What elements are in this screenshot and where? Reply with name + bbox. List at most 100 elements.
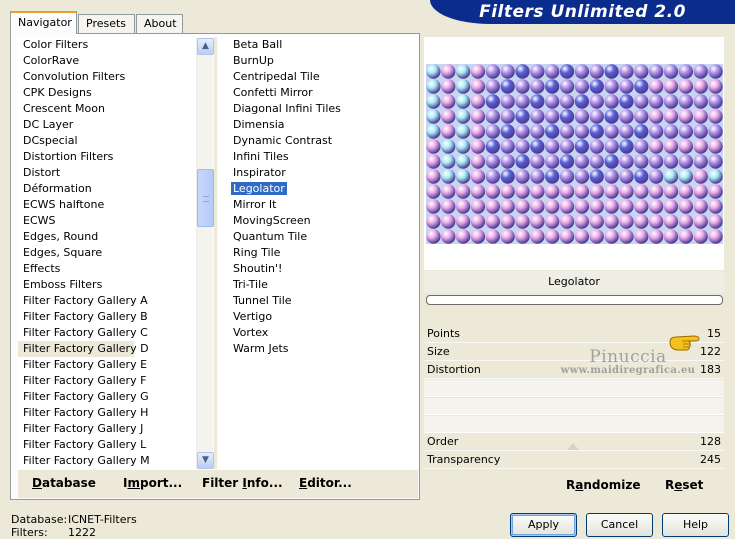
filter-item-label: Dimensia [233, 118, 285, 131]
category-item[interactable]: Distortion Filters [18, 149, 196, 165]
filter-item[interactable]: Confetti Mirror [218, 85, 418, 101]
import-button[interactable]: Import... [123, 476, 182, 490]
database-button[interactable]: Database [32, 476, 96, 490]
category-item[interactable]: Edges, Square [18, 245, 196, 261]
cancel-button[interactable]: Cancel [586, 513, 653, 537]
filter-item-label: Tri-Tile [233, 278, 268, 291]
filter-item[interactable]: Shoutin'! [218, 261, 418, 277]
category-item[interactable]: Filter Factory Gallery C [18, 325, 196, 341]
list-divider [214, 37, 217, 469]
editor-button[interactable]: Editor... [299, 476, 352, 490]
category-item[interactable]: ECWS halftone [18, 197, 196, 213]
category-item[interactable]: Convolution Filters [18, 69, 196, 85]
scroll-down-button[interactable]: ▼ [197, 452, 214, 469]
filter-item[interactable]: Beta Ball [218, 37, 418, 53]
category-item[interactable]: Filter Factory Gallery M [18, 453, 196, 469]
category-item[interactable]: Filter Factory Gallery L [18, 437, 196, 453]
param-order-label: Order [427, 435, 459, 448]
category-item[interactable]: Color Filters [18, 37, 196, 53]
chevron-up-icon: ▲ [202, 41, 209, 51]
tab-about[interactable]: About [136, 14, 183, 34]
chevron-down-icon: ▼ [202, 455, 209, 465]
filter-item[interactable]: Quantum Tile [218, 229, 418, 245]
filter-item-label: Beta Ball [233, 38, 283, 51]
category-item[interactable]: Filter Factory Gallery H [18, 405, 196, 421]
category-item[interactable]: ECWS [18, 213, 196, 229]
reset-button[interactable]: Reset [665, 478, 703, 492]
filter-item[interactable]: Ring Tile [218, 245, 418, 261]
category-item[interactable]: Emboss Filters [18, 277, 196, 293]
filter-item[interactable]: Vertigo [218, 309, 418, 325]
filter-item-label: Confetti Mirror [233, 86, 313, 99]
filter-item[interactable]: Centripedal Tile [218, 69, 418, 85]
category-scrollbar[interactable]: ▲ ▼ [196, 38, 214, 469]
category-item[interactable]: DC Layer [18, 117, 196, 133]
category-item[interactable]: CPK Designs [18, 85, 196, 101]
category-item[interactable]: Crescent Moon [18, 101, 196, 117]
filter-item[interactable]: Inspirator [218, 165, 418, 181]
filter-item-label: Infini Tiles [233, 150, 289, 163]
database-status: Database: ICNET-Filters Filters: 1222 [11, 513, 137, 539]
filter-item-label: Diagonal Infini Tiles [233, 102, 341, 115]
category-item[interactable]: Distort [18, 165, 196, 181]
apply-button[interactable]: Apply [510, 513, 577, 537]
filter-item-label: Centripedal Tile [233, 70, 320, 83]
param-points-value: 15 [707, 327, 721, 340]
filter-item[interactable]: Dynamic Contrast [218, 133, 418, 149]
filter-preview-image [426, 64, 723, 244]
filter-item[interactable]: MovingScreen [218, 213, 418, 229]
filter-item-label: Tunnel Tile [233, 294, 292, 307]
status-filters-label: Filters: [11, 526, 48, 539]
order-slider-marker [567, 443, 579, 450]
filter-item[interactable]: Mirror It [218, 197, 418, 213]
scroll-up-button[interactable]: ▲ [197, 38, 214, 55]
filter-item[interactable]: Infini Tiles [218, 149, 418, 165]
filter-settings-panel: Legolator Points 15 Size 122 Distortion … [424, 37, 724, 498]
category-item[interactable]: Filter Factory Gallery A [18, 293, 196, 309]
filter-list[interactable]: Beta Ball BurnUp Centripedal Tile Confetti … [218, 37, 418, 469]
param-order-value: 128 [700, 435, 721, 448]
filter-item[interactable]: Tri-Tile [218, 277, 418, 293]
category-item[interactable]: Filter Factory Gallery B [18, 309, 196, 325]
filter-item-label: Legolator [231, 182, 287, 195]
filter-item[interactable]: Warm Jets [218, 341, 418, 357]
category-item[interactable]: Filter Factory Gallery J [18, 421, 196, 437]
category-item[interactable]: Filter Factory Gallery E [18, 357, 196, 373]
tab-presets[interactable]: Presets [78, 14, 135, 34]
tab-navigator[interactable]: Navigator [10, 11, 77, 34]
category-item[interactable]: Filter Factory Gallery G [18, 389, 196, 405]
category-item[interactable]: Edges, Round [18, 229, 196, 245]
category-list[interactable]: Color Filters ColorRave Convolution Filter… [18, 37, 196, 469]
category-item[interactable]: Filter Factory Gallery D [18, 341, 149, 357]
watermark-url: www.maidiregrafica.eu [560, 365, 696, 376]
filter-item-label: BurnUp [233, 54, 274, 67]
filter-item[interactable]: Tunnel Tile [218, 293, 418, 309]
filter-item-label: MovingScreen [233, 214, 311, 227]
param-transparency[interactable]: Transparency 245 [424, 451, 724, 469]
app-brand-title: Filters Unlimited 2.0 [430, 0, 735, 24]
filter-item[interactable]: Vortex [218, 325, 418, 341]
category-item[interactable]: Effects [18, 261, 196, 277]
category-item[interactable]: Filter Factory Gallery F [18, 373, 196, 389]
filter-item[interactable]: Diagonal Infini Tiles [218, 101, 418, 117]
param-slot-empty [424, 416, 724, 433]
watermark-name: Pinuccia [589, 347, 667, 367]
param-size-label: Size [427, 345, 450, 358]
param-slot-empty [424, 398, 724, 415]
filter-info-button[interactable]: Filter Info... [202, 476, 283, 490]
filter-item[interactable]: Dimensia [218, 117, 418, 133]
category-item[interactable]: Déformation [18, 181, 196, 197]
filter-item-label: Vertigo [233, 310, 273, 323]
filter-item[interactable]: Legolator [218, 181, 418, 197]
param-points-label: Points [427, 327, 461, 340]
status-database-value: ICNET-Filters [68, 513, 137, 526]
status-database-label: Database: [11, 513, 68, 526]
category-item[interactable]: DCspecial [18, 133, 196, 149]
scroll-thumb[interactable] [197, 169, 214, 227]
randomize-button[interactable]: Randomize [566, 478, 640, 492]
category-item[interactable]: ColorRave [18, 53, 196, 69]
grip-icon [203, 196, 209, 202]
filter-item-label: Vortex [233, 326, 269, 339]
filter-item[interactable]: BurnUp [218, 53, 418, 69]
help-button[interactable]: Help [662, 513, 729, 537]
